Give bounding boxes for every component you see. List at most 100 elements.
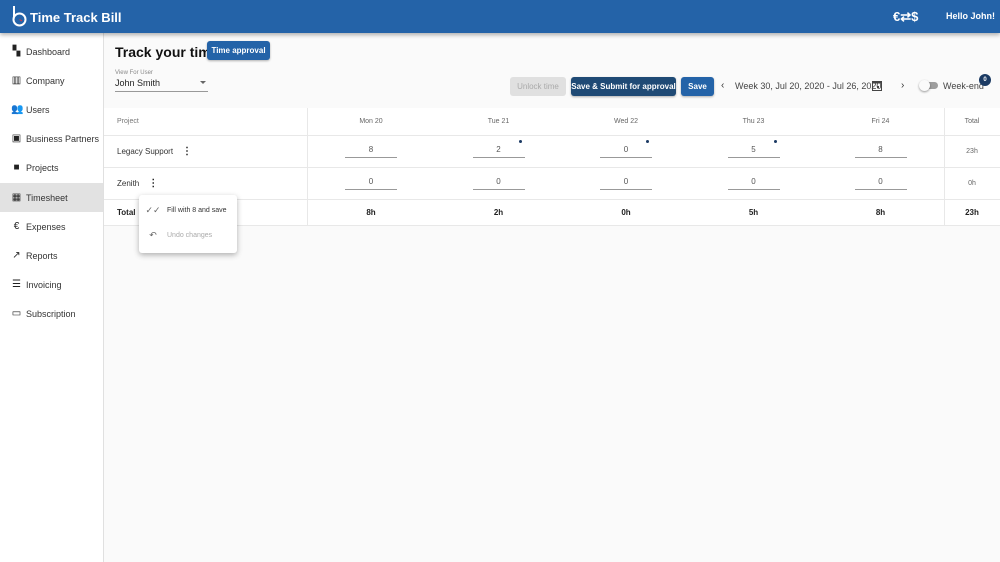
hours-input[interactable]: 0 [600,177,652,190]
table-row: Legacy Support ⋮ 8 2 0 5 8 23h [104,136,1000,168]
dashboard-icon: ▚ [12,45,21,57]
hours-input[interactable]: 0 [600,140,652,158]
hours-input[interactable]: 0 [345,177,397,190]
header-cell: Total [944,108,1000,135]
day-cell: 5 [690,136,817,167]
grand-total-cell: 23h [944,200,1000,225]
caret-down-icon [200,81,206,84]
user-select[interactable]: John Smith [115,78,208,92]
menu-item-fill-with-8-and-save[interactable]: ✓✓ Fill with 8 and save [139,198,237,223]
hours-input[interactable]: 2 [472,140,525,158]
hours-input[interactable]: 8 [854,145,907,158]
view-for-user-label: View For User [115,70,153,76]
currency-exchange-icon[interactable]: €⇄$ [893,9,918,25]
sidebar-item-label: Timesheet [26,192,68,203]
sidebar-item-label: Business Partners [26,134,100,145]
hours-input[interactable]: 0 [727,177,780,190]
timesheet-table: Project Mon 20 Tue 21 Wed 22 Thu 23 Fri 24 Tot… [104,108,1000,226]
sidebar-item-label: Subscription [26,309,76,320]
sidebar-item-label: Users [26,104,50,115]
day-total: 8h [875,208,886,217]
divider [944,108,945,226]
row-context-menu: ✓✓ Fill with 8 and save ↶ Undo changes [139,195,237,253]
double-check-icon: ✓✓ [145,205,161,215]
sidebar-item-label: Expenses [26,221,66,232]
column-header: Wed 22 [614,118,638,125]
divider [307,108,308,226]
table-row: Zenith ⋮ 0 0 0 0 0 0h [104,168,1000,200]
euro-icon: € [13,220,20,232]
day-total-cell: 5h [690,200,817,225]
more-vert-icon[interactable]: ⋮ [182,146,192,157]
sidebar-item-company[interactable]: ▥ Company [0,66,103,95]
contact-card-icon: ▣ [11,133,22,145]
folder-icon: ■ [13,162,20,174]
sidebar-item-invoicing[interactable]: ☰ Invoicing [0,271,103,300]
menu-item-label: Fill with 8 and save [167,207,227,214]
day-cell: 0 [562,168,690,199]
column-header: Mon 20 [359,118,383,125]
hours-input[interactable]: 0 [472,177,525,190]
modified-indicator [773,140,777,143]
menu-item-undo-changes[interactable]: ↶ Undo changes [139,223,237,248]
day-total: 5h [748,208,759,217]
sidebar-item-users[interactable]: 👥 Users [0,95,103,124]
sidebar-item-label: Dashboard [26,46,71,57]
header-cell: Tue 21 [435,108,562,135]
totals-row: Total 8h 2h 0h 5h 8h 23h [104,200,1000,226]
notification-badge: 0 [979,74,991,86]
day-total-cell: 8h [817,200,944,225]
column-header: Total [964,118,980,125]
sidebar-item-projects[interactable]: ■ Projects [0,154,103,183]
time-approval-button[interactable]: Time approval [207,41,270,60]
project-name: Legacy Support [117,147,174,156]
user-select-value: John Smith [115,78,161,88]
column-header: Project [117,118,139,125]
week-range: Week 30, Jul 20, 2020 - Jul 26, 2020 [735,81,882,91]
header-cell: Mon 20 [307,108,435,135]
sidebar-item-label: Reports [26,250,58,261]
sidebar-item-subscription[interactable]: ▭ Subscription [0,300,103,329]
day-cell: 0 [690,168,817,199]
trending-icon: ↗ [12,249,21,261]
sidebar-item-expenses[interactable]: € Expenses [0,212,103,241]
save-submit-button[interactable]: Save & Submit for approval [571,77,676,96]
hours-input[interactable]: 0 [854,177,907,190]
sidebar-item-reports[interactable]: ↗ Reports [0,241,103,270]
header-cell: Fri 24 [817,108,944,135]
credit-card-icon: ▭ [11,308,22,320]
more-vert-icon[interactable]: ⋮ [148,178,158,189]
chevron-left-icon[interactable]: ‹ [721,80,724,91]
sidebar-item-timesheet[interactable]: ▦ Timesheet [0,183,103,212]
chevron-right-icon[interactable]: › [901,80,904,91]
header-cell: Thu 23 [690,108,817,135]
weekend-label: Week-end [943,81,984,91]
unlock-time-button[interactable]: Unlock time [510,77,566,96]
sidebar-item-dashboard[interactable]: ▚ Dashboard [0,37,103,66]
row-total: 0h [968,180,976,187]
day-total-cell: 2h [435,200,562,225]
save-button[interactable]: Save [681,77,714,96]
column-header: Thu 23 [742,118,765,125]
sidebar-item-label: Projects [26,163,59,174]
day-cell: 2 [435,136,562,167]
sidebar-item-business-partners[interactable]: ▣ Business Partners [0,125,103,154]
day-cell: 0 [307,168,435,199]
user-greeting[interactable]: Hello John! [946,11,995,21]
sidebar-item-label: Invoicing [26,280,62,291]
hours-input[interactable]: 8 [345,145,397,158]
grand-total: 23h [965,208,979,217]
app-title: Time Track Bill [30,10,122,25]
totals-label: Total [117,208,136,217]
total-cell: 23h [944,136,1000,167]
day-cell: 0 [435,168,562,199]
hours-input[interactable]: 5 [727,140,780,158]
sidebar: ▚ Dashboard ▥ Company 👥 Users ▣ Business Partne… [0,33,104,562]
modified-indicator [518,140,522,143]
calendar-icon[interactable] [872,80,882,91]
users-icon: 👥 [11,103,24,115]
weekend-toggle[interactable] [919,80,938,91]
row-total: 23h [966,148,978,155]
calendar-icon: ▦ [11,191,22,203]
modified-indicator [646,140,649,143]
